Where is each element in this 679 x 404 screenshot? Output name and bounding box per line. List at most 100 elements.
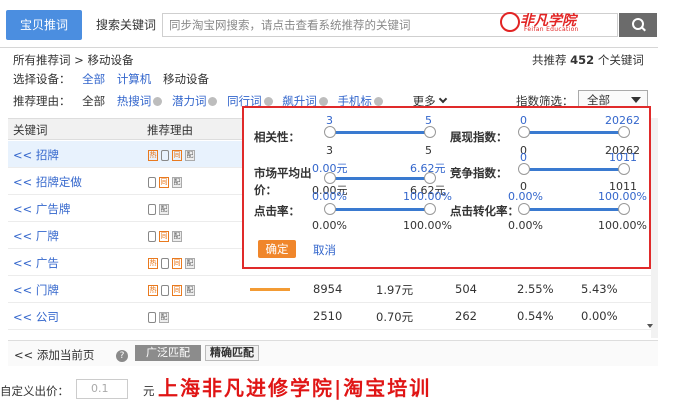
pc-tag-icon: 配: [172, 231, 182, 242]
custom-bid-label: 自定义出价：: [0, 384, 69, 398]
mob-tag-icon: [148, 231, 156, 242]
reason-tags: 热 同配: [148, 148, 198, 162]
keyword-add-link[interactable]: << 厂牌: [13, 228, 59, 244]
mob-tag-icon: [148, 204, 156, 215]
total-count: 共推荐 452 个关键词: [532, 53, 644, 67]
price-cell: 1.97元: [376, 283, 414, 297]
breadcrumb-current: 移动设备: [87, 53, 134, 67]
search-button[interactable]: [619, 13, 657, 37]
help-icon: [318, 97, 328, 106]
device-all[interactable]: 全部: [82, 72, 105, 86]
pc-tag-icon: 配: [159, 312, 169, 323]
hot-tag-icon: 热: [148, 285, 158, 296]
reason-tags: 配: [148, 310, 172, 324]
pc-tag-icon: 配: [185, 285, 195, 296]
add-page-link[interactable]: << 添加当前页: [14, 347, 94, 363]
device-filter: 选择设备： 全部 计算机 移动设备: [13, 72, 209, 86]
hot-tag-icon: 热: [148, 150, 158, 161]
reason-tags: 同配: [148, 175, 185, 189]
help-icon[interactable]: ?: [116, 350, 128, 362]
breadcrumb: 所有推荐词 > 移动设备: [13, 52, 133, 68]
reason-potential[interactable]: 潜力词: [172, 94, 207, 108]
reason-tags: 热 同配: [148, 256, 198, 270]
reason-hot[interactable]: 热搜词: [117, 94, 152, 108]
slider-handle-min[interactable]: [324, 203, 336, 215]
slider-handle-min[interactable]: [518, 126, 530, 138]
breadcrumb-root[interactable]: 所有推荐词: [13, 53, 71, 67]
ctr-slider[interactable]: [324, 203, 436, 215]
mob-tag-icon: [161, 150, 169, 161]
reason-all[interactable]: 全部: [82, 94, 105, 108]
same-tag-icon: 同: [172, 285, 182, 296]
competition-cell: 262: [455, 309, 477, 323]
slider-handle-max[interactable]: [618, 163, 630, 175]
keyword-add-link[interactable]: << 招牌定做: [13, 174, 82, 190]
help-icon: [153, 97, 163, 106]
same-tag-icon: 同: [172, 150, 182, 161]
avg-price-label-1: 市场平均出: [254, 166, 312, 180]
competition-slider[interactable]: [518, 163, 630, 175]
impressions-cell: 2510: [313, 309, 343, 323]
cancel-button[interactable]: 取消: [313, 242, 336, 258]
scroll-down-icon[interactable]: [647, 324, 653, 328]
impressions-slider[interactable]: [518, 126, 630, 138]
cvr-label: 点击转化率：: [450, 204, 519, 218]
relevance-bar: [250, 288, 290, 291]
breadcrumb-separator: >: [70, 53, 88, 67]
competition-label: 竞争指数：: [450, 166, 508, 180]
keyword-add-link[interactable]: << 广告: [13, 255, 59, 271]
pc-tag-icon: 配: [185, 150, 195, 161]
bottom-bar: [8, 340, 658, 366]
same-tag-icon: 同: [172, 258, 182, 269]
help-icon: [263, 97, 273, 106]
impressions-label: 展现指数：: [450, 130, 508, 144]
header-keyword: 关键词: [13, 123, 48, 137]
keyword-add-link[interactable]: << 招牌: [13, 147, 59, 163]
custom-bid-input[interactable]: 0.1: [76, 379, 128, 399]
slider-handle-max[interactable]: [424, 126, 436, 138]
relevance-label: 相关性：: [254, 130, 300, 144]
reason-tags: 同配: [148, 229, 185, 243]
slider-handle-max[interactable]: [618, 126, 630, 138]
impressions-cell: 8954: [313, 282, 343, 296]
keyword-add-link[interactable]: << 广告牌: [13, 201, 70, 217]
confirm-button[interactable]: 确定: [258, 240, 296, 258]
keyword-add-link[interactable]: << 门牌: [13, 282, 59, 298]
mob-tag-icon: [148, 312, 156, 323]
relevance-slider[interactable]: [324, 126, 436, 138]
help-icon: [208, 97, 218, 106]
mob-tag-icon: [161, 258, 169, 269]
tab-item-recommend[interactable]: 宝贝推词: [6, 10, 82, 40]
slider-handle-min[interactable]: [518, 203, 530, 215]
slider-handle-max[interactable]: [424, 203, 436, 215]
ctr-cell: 0.54%: [517, 309, 554, 323]
cvr-cell: 0.00%: [581, 309, 618, 323]
scrollbar[interactable]: [651, 118, 658, 338]
reason-tags: 热 同配: [148, 283, 198, 297]
custom-bid-unit: 元: [143, 384, 155, 398]
keyword-add-link[interactable]: << 公司: [13, 309, 59, 325]
device-mobile[interactable]: 移动设备: [163, 72, 209, 86]
chevron-down-icon: [438, 94, 447, 104]
slider-handle-min[interactable]: [324, 126, 336, 138]
slider-handle-max[interactable]: [618, 203, 630, 215]
ctr-label: 点击率：: [254, 204, 300, 218]
watermark-text: 上海非凡进修学院|淘宝培训: [158, 376, 432, 400]
same-tag-icon: 同: [159, 231, 169, 242]
ctr-cell: 2.55%: [517, 282, 554, 296]
slider-handle-min[interactable]: [518, 163, 530, 175]
logo-icon: [500, 12, 520, 32]
broad-match-button[interactable]: 广泛匹配: [135, 345, 201, 361]
pc-tag-icon: 配: [159, 204, 169, 215]
exact-match-button[interactable]: 精确匹配: [205, 345, 259, 361]
pc-tag-icon: 配: [185, 258, 195, 269]
cvr-slider[interactable]: [518, 203, 630, 215]
price-cell: 0.70元: [376, 310, 414, 324]
tab-search-keyword[interactable]: 搜索关键词: [92, 10, 160, 40]
mob-tag-icon: [148, 177, 156, 188]
same-tag-icon: 同: [159, 177, 169, 188]
help-icon: [373, 97, 383, 106]
device-computer[interactable]: 计算机: [117, 72, 152, 86]
cvr-cell: 5.43%: [581, 282, 618, 296]
mob-tag-icon: [161, 285, 169, 296]
